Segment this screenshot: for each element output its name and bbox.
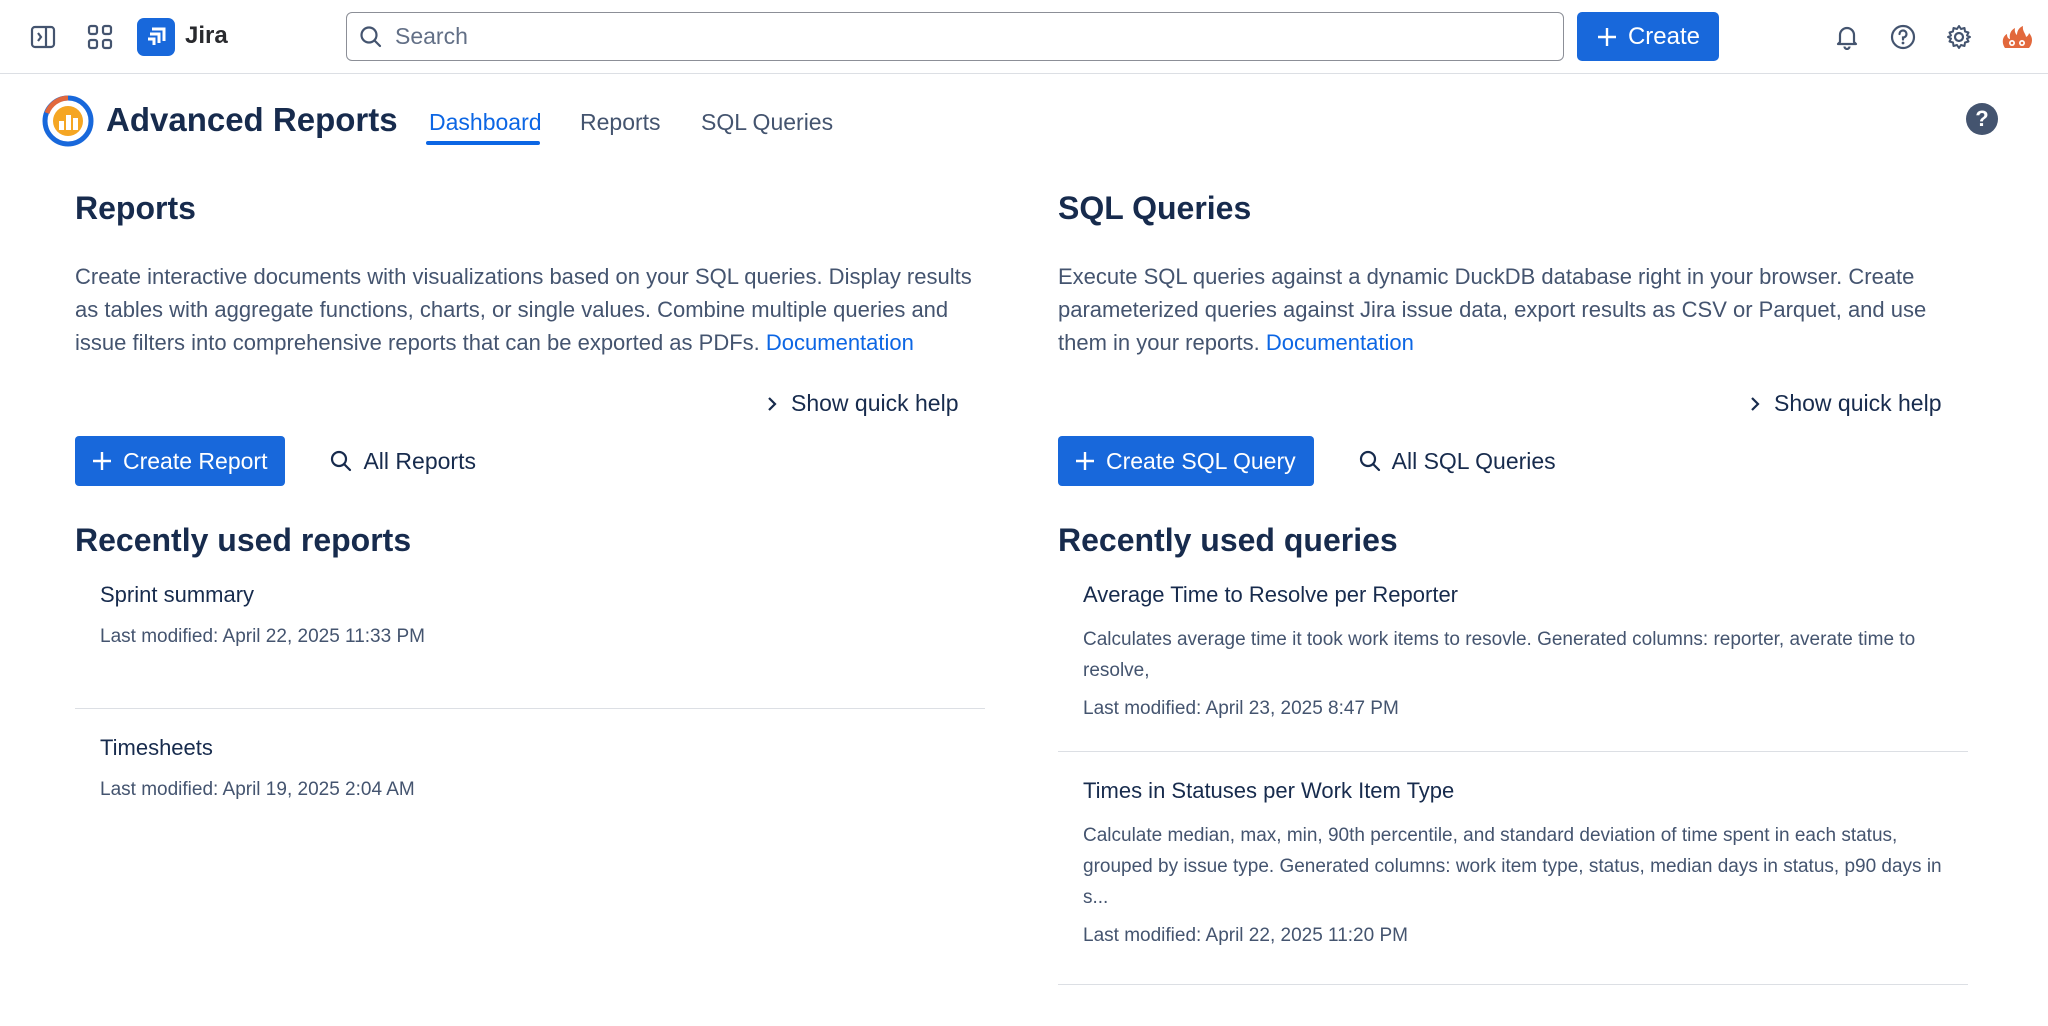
query-last-modified: Last modified: April 23, 2025 8:47 PM <box>1083 698 1399 719</box>
reports-quick-help-toggle[interactable]: Show quick help <box>765 390 959 417</box>
app-header: Advanced Reports Dashboard Reports SQL Q… <box>0 75 2048 165</box>
create-sql-query-button[interactable]: Create SQL Query <box>1058 436 1314 486</box>
search-box[interactable] <box>346 12 1564 61</box>
help-icon[interactable] <box>1883 17 1923 57</box>
query-last-modified: Last modified: April 22, 2025 11:20 PM <box>1083 925 1408 946</box>
recent-queries-title: Recently used queries <box>1058 522 1398 558</box>
create-button-label: Create <box>1627 22 1701 50</box>
list-item[interactable]: Average Time to Resolve per Reporter Cal… <box>1058 582 1968 752</box>
tab-sql-queries[interactable]: SQL Queries <box>701 109 833 136</box>
reports-quick-help-label: Show quick help <box>791 390 959 416</box>
search-icon <box>331 450 352 472</box>
query-title[interactable]: Times in Statuses per Work Item Type <box>1083 778 1943 804</box>
queries-documentation-link[interactable]: Documentation <box>1266 330 1414 355</box>
notifications-bell-icon[interactable] <box>1827 17 1867 57</box>
app-help-icon[interactable]: ? <box>1966 103 1998 135</box>
reports-description: Create interactive documents with visual… <box>75 260 975 359</box>
reports-section: Reports Create interactive documents wit… <box>75 190 985 800</box>
list-item[interactable]: Sprint summary Last modified: April 22, … <box>75 582 985 709</box>
create-sql-query-label: Create SQL Query <box>1106 447 1296 474</box>
chevron-right-icon <box>768 396 777 411</box>
search-icon <box>360 26 382 48</box>
plus-icon <box>1597 27 1616 46</box>
sidebar-toggle-icon[interactable] <box>23 17 63 57</box>
report-last-modified: Last modified: April 19, 2025 2:04 AM <box>100 779 415 800</box>
advanced-reports-logo-icon <box>42 95 94 147</box>
recent-queries-list: Average Time to Resolve per Reporter Cal… <box>1058 582 1968 985</box>
report-title[interactable]: Sprint summary <box>100 582 960 608</box>
reports-documentation-link[interactable]: Documentation <box>766 330 914 355</box>
chevron-right-icon <box>1751 396 1760 411</box>
recent-reports-title: Recently used reports <box>75 522 412 558</box>
report-last-modified: Last modified: April 22, 2025 11:33 PM <box>100 626 425 647</box>
sql-queries-section: SQL Queries Execute SQL queries against … <box>1058 190 1968 985</box>
app-title: Advanced Reports <box>106 101 398 138</box>
all-reports-label: All Reports <box>363 447 476 474</box>
queries-description: Execute SQL queries against a dynamic Du… <box>1058 260 1958 359</box>
plus-icon <box>1076 452 1094 470</box>
report-title[interactable]: Timesheets <box>100 735 960 761</box>
query-description: Calculate median, max, min, 90th percent… <box>1083 825 1942 908</box>
query-title[interactable]: Average Time to Resolve per Reporter <box>1083 582 1943 608</box>
all-reports-button[interactable]: All Reports <box>329 436 476 486</box>
reports-actions: Create Report All Reports <box>75 436 476 486</box>
active-tab-indicator <box>426 141 540 145</box>
app-name[interactable]: Jira <box>185 22 228 50</box>
settings-gear-icon[interactable] <box>1939 17 1979 57</box>
all-sql-queries-label: All SQL Queries <box>1391 447 1556 474</box>
search-icon <box>1359 450 1380 472</box>
search-input[interactable] <box>395 21 1545 51</box>
queries-title: SQL Queries <box>1058 190 1252 226</box>
jira-logo-icon[interactable] <box>137 18 175 56</box>
queries-quick-help-toggle[interactable]: Show quick help <box>1748 390 1942 417</box>
app-switcher-icon[interactable] <box>80 17 120 57</box>
queries-quick-help-label: Show quick help <box>1774 390 1942 416</box>
recent-reports-list: Sprint summary Last modified: April 22, … <box>75 582 985 829</box>
queries-actions: Create SQL Query All SQL Queries <box>1058 436 1556 486</box>
plus-icon <box>93 452 111 470</box>
user-avatar[interactable] <box>1997 17 2037 57</box>
create-button[interactable]: Create <box>1577 12 1719 61</box>
tab-dashboard[interactable]: Dashboard <box>429 109 542 136</box>
list-item[interactable]: Times in Statuses per Work Item Type Cal… <box>1058 752 1968 985</box>
tab-reports[interactable]: Reports <box>580 109 661 136</box>
queries-description-text: Execute SQL queries against a dynamic Du… <box>1058 264 1927 355</box>
all-sql-queries-button[interactable]: All SQL Queries <box>1358 436 1556 486</box>
top-navigation: Jira Create <box>0 0 2048 74</box>
create-report-label: Create Report <box>123 447 268 474</box>
create-report-button[interactable]: Create Report <box>75 436 286 486</box>
list-item[interactable]: Timesheets Last modified: April 19, 2025… <box>75 709 985 829</box>
query-description: Calculates average time it took work ite… <box>1083 629 1916 681</box>
reports-title: Reports <box>75 190 196 226</box>
